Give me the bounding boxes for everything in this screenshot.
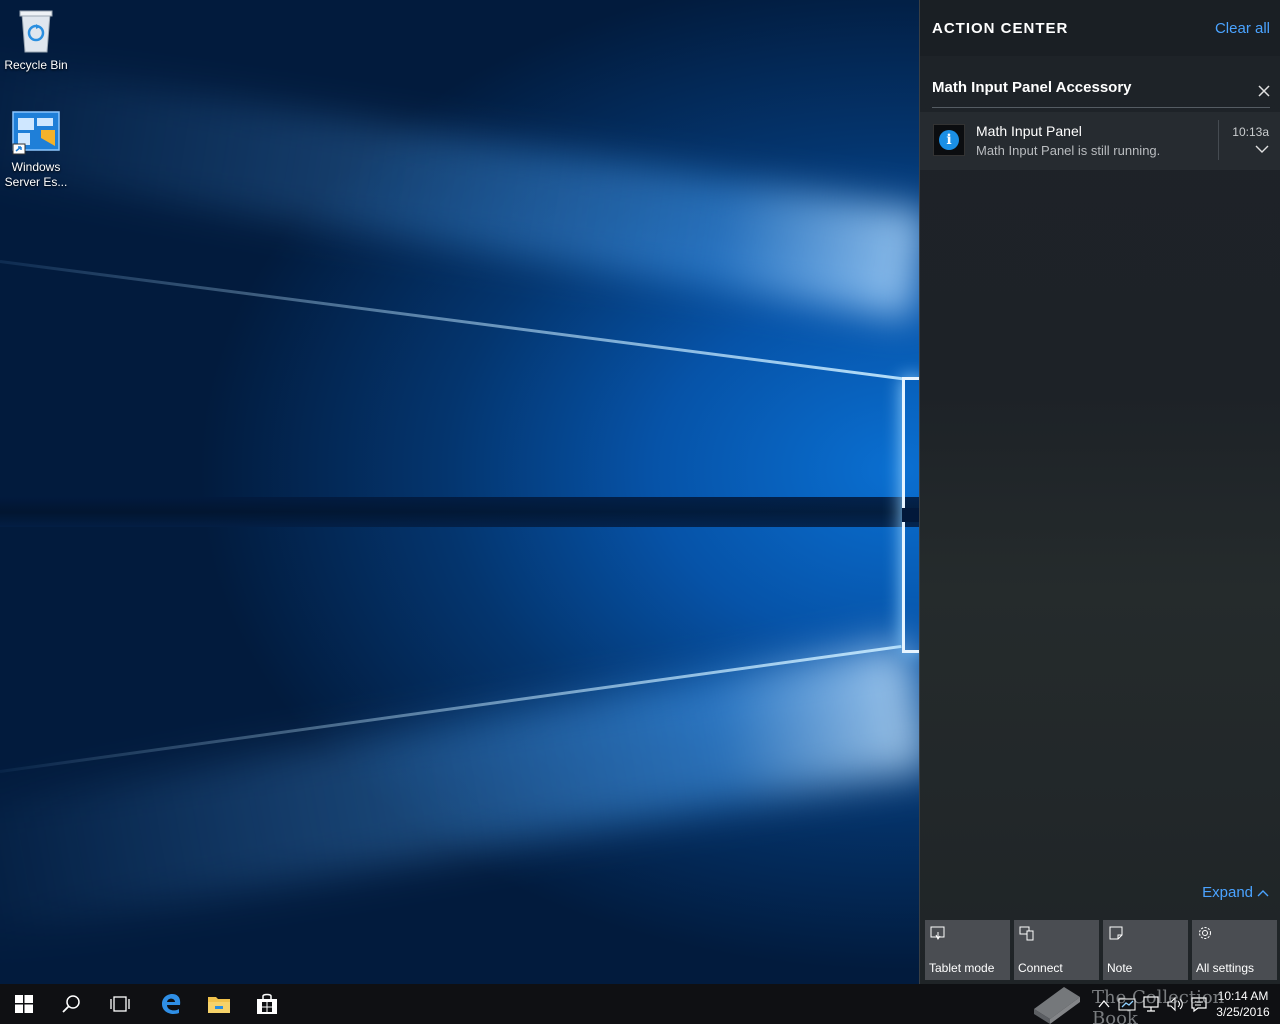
wallpaper-dark-band: [0, 497, 920, 527]
file-explorer-icon: [208, 997, 230, 1013]
notification-item[interactable]: i Math Input Panel Math Input Panel is s…: [920, 112, 1280, 170]
connect-icon: [1019, 926, 1034, 941]
quick-action-label: Note: [1107, 961, 1133, 975]
desktop-icon-label: Windows Server Es...: [4, 160, 68, 189]
action-center-title: ACTION CENTER: [932, 20, 1069, 37]
notification-group-title: Math Input Panel Accessory: [932, 79, 1132, 96]
windows-server-essentials-icon: [12, 111, 60, 155]
taskbar-file-explorer-button[interactable]: [195, 984, 243, 1024]
notification-body: Math Input Panel is still running.: [976, 143, 1161, 158]
recycle-bin-icon: [19, 10, 53, 53]
quick-actions: Tablet mode Connect Note All settings: [925, 920, 1277, 980]
taskbar-edge-button[interactable]: [147, 984, 195, 1024]
action-center-panel: ACTION CENTER Clear all Math Input Panel…: [919, 0, 1280, 984]
desktop-icon-windows-server-essentials[interactable]: Windows Server Es...: [0, 110, 72, 190]
quick-action-tablet-mode[interactable]: Tablet mode: [925, 920, 1010, 980]
search-button[interactable]: [48, 984, 96, 1024]
quick-action-label: Connect: [1018, 961, 1063, 975]
note-icon: [1109, 926, 1123, 940]
quick-action-all-settings[interactable]: All settings: [1192, 920, 1277, 980]
wallpaper-beam: [0, 640, 932, 943]
action-center-header: ACTION CENTER Clear all: [920, 0, 1280, 56]
quick-action-label: All settings: [1196, 961, 1255, 975]
watermark: The Collection Book: [1030, 979, 1260, 1024]
taskbar-store-button[interactable]: [243, 984, 291, 1024]
notification-time: 10:13a: [1232, 125, 1269, 139]
book-logo-icon: [1034, 987, 1080, 1024]
start-button[interactable]: [0, 984, 48, 1024]
desktop-icon-recycle-bin[interactable]: Recycle Bin: [0, 6, 72, 73]
store-icon: [257, 993, 277, 1014]
search-icon: [62, 995, 80, 1013]
gear-icon: [1199, 927, 1211, 939]
notification-title: Math Input Panel: [976, 123, 1082, 139]
close-icon[interactable]: [1258, 85, 1270, 97]
quick-action-connect[interactable]: Connect: [1014, 920, 1099, 980]
task-view-button[interactable]: [96, 984, 144, 1024]
edge-browser-icon: [162, 994, 181, 1014]
chevron-down-icon[interactable]: [1255, 142, 1269, 156]
notification-group-header: Math Input Panel Accessory: [932, 79, 1270, 108]
quick-action-label: Tablet mode: [929, 961, 995, 975]
windows-logo-icon: [15, 995, 33, 1013]
watermark-text: The Collection Book: [1092, 987, 1225, 1024]
expand-quick-actions-link[interactable]: Expand: [1202, 884, 1269, 901]
notification-separator: [1218, 120, 1219, 160]
clear-all-link[interactable]: Clear all: [1215, 20, 1270, 37]
task-view-icon: [110, 996, 130, 1012]
chevron-up-icon: [1257, 890, 1269, 897]
expand-label: Expand: [1202, 884, 1253, 901]
desktop-icon-label: Recycle Bin: [4, 58, 68, 72]
quick-action-note[interactable]: Note: [1103, 920, 1188, 980]
tablet-mode-icon: [930, 926, 945, 940]
info-icon: i: [933, 124, 965, 156]
